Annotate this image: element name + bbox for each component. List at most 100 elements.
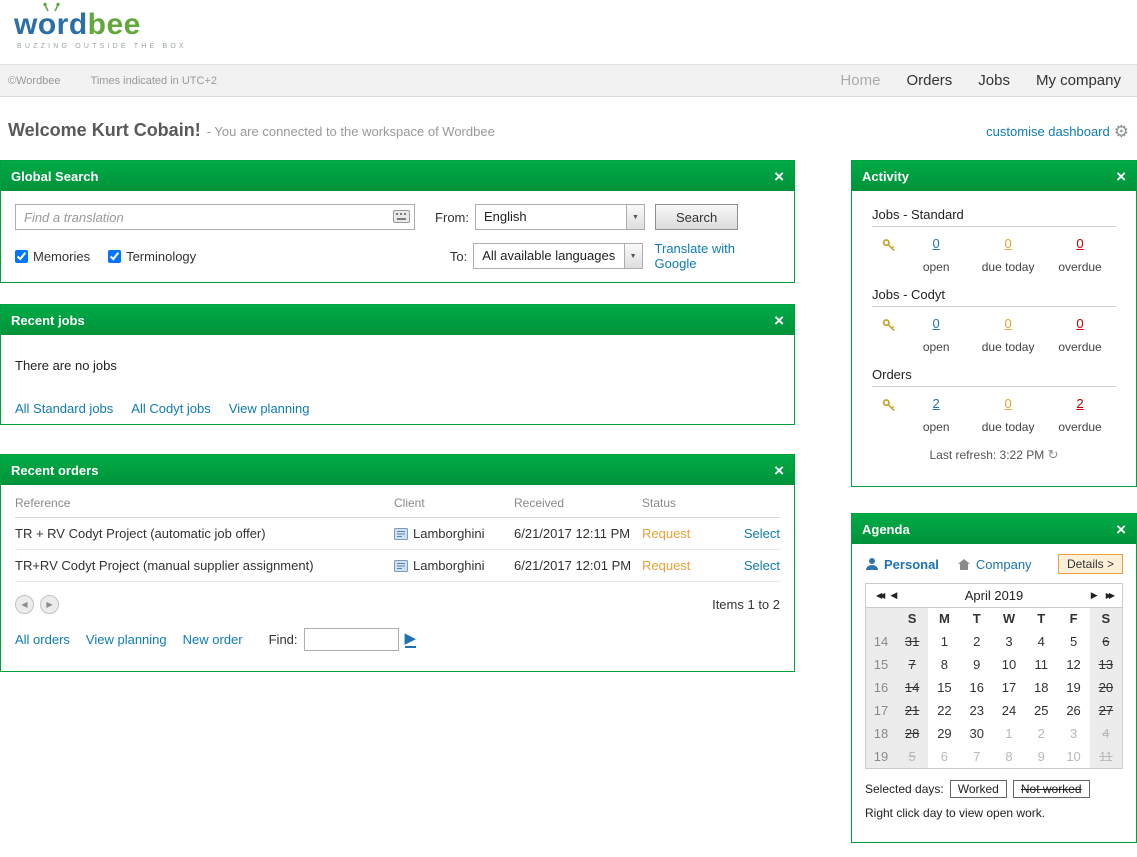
details-button[interactable]: Details > <box>1058 554 1123 574</box>
calendar-day[interactable]: 14 <box>896 676 928 699</box>
order-reference: TR+RV Codyt Project (manual supplier ass… <box>15 550 394 582</box>
view-planning-link[interactable]: View planning <box>86 632 167 647</box>
translation-search-input[interactable] <box>15 204 415 230</box>
tab-company[interactable]: Company <box>976 557 1032 572</box>
calendar-day[interactable]: 11 <box>1090 745 1122 768</box>
select-order-link[interactable]: Select <box>744 526 780 541</box>
calendar-day[interactable]: 5 <box>1057 630 1089 653</box>
all-standard-jobs-link[interactable]: All Standard jobs <box>15 401 113 416</box>
calendar-day[interactable]: 10 <box>993 653 1025 676</box>
calendar-day[interactable]: 25 <box>1025 699 1057 722</box>
to-language-select[interactable]: All available languages ▼ <box>473 243 642 269</box>
key-icon <box>882 318 896 333</box>
open-count[interactable]: 0 <box>933 236 940 251</box>
calendar-day[interactable]: 1 <box>993 722 1025 745</box>
calendar-day[interactable]: 30 <box>961 722 993 745</box>
not-worked-button[interactable]: Not worked <box>1013 780 1090 798</box>
calendar-day[interactable]: 7 <box>896 653 928 676</box>
memories-label: Memories <box>33 249 90 264</box>
search-button[interactable]: Search <box>655 204 738 230</box>
nav-orders[interactable]: Orders <box>906 72 952 89</box>
calendar-day[interactable]: 4 <box>1090 722 1122 745</box>
calendar-day[interactable]: 20 <box>1090 676 1122 699</box>
nav-my-company[interactable]: My company <box>1036 72 1121 89</box>
calendar-day[interactable]: 16 <box>961 676 993 699</box>
calendar-next-year-icon[interactable]: ▶▶ <box>1102 591 1116 600</box>
calendar-day[interactable]: 11 <box>1025 653 1057 676</box>
calendar-day[interactable]: 6 <box>1090 630 1122 653</box>
memories-checkbox[interactable] <box>15 250 28 263</box>
select-order-link[interactable]: Select <box>744 558 780 573</box>
chevron-down-icon[interactable]: ▼ <box>624 244 642 268</box>
calendar-day[interactable]: 3 <box>1057 722 1089 745</box>
calendar-day[interactable]: 3 <box>993 630 1025 653</box>
close-icon[interactable]: × <box>774 168 784 185</box>
calendar-day[interactable]: 2 <box>1025 722 1057 745</box>
calendar-day[interactable]: 4 <box>1025 630 1057 653</box>
close-icon[interactable]: × <box>1116 521 1126 538</box>
calendar-day[interactable]: 29 <box>928 722 960 745</box>
overdue-count[interactable]: 0 <box>1076 236 1083 251</box>
pager-prev-button[interactable]: ◀ <box>15 595 34 614</box>
calendar-day[interactable]: 17 <box>993 676 1025 699</box>
calendar-day[interactable]: 8 <box>928 653 960 676</box>
calendar-day[interactable]: 21 <box>896 699 928 722</box>
calendar-day[interactable]: 15 <box>928 676 960 699</box>
calendar-next-month-icon[interactable]: ▶ <box>1087 590 1102 601</box>
gear-icon[interactable]: ⚙ <box>1114 123 1129 140</box>
calendar-prev-year-icon[interactable]: ◀◀ <box>872 591 886 600</box>
nav-jobs[interactable]: Jobs <box>978 72 1010 89</box>
due-today-count[interactable]: 0 <box>1004 236 1011 251</box>
calendar-prev-month-icon[interactable]: ◀ <box>886 590 901 601</box>
find-order-input[interactable] <box>304 628 399 651</box>
close-icon[interactable]: × <box>774 312 784 329</box>
calendar-day[interactable]: 24 <box>993 699 1025 722</box>
calendar-day[interactable]: 23 <box>961 699 993 722</box>
calendar-day[interactable]: 27 <box>1090 699 1122 722</box>
calendar-day[interactable]: 6 <box>928 745 960 768</box>
calendar-day[interactable]: 7 <box>961 745 993 768</box>
calendar-day[interactable]: 9 <box>1025 745 1057 768</box>
nav-home[interactable]: Home <box>840 72 880 89</box>
refresh-icon[interactable]: ↻ <box>1048 447 1059 462</box>
calendar-day[interactable]: 26 <box>1057 699 1089 722</box>
keyboard-icon[interactable] <box>393 210 410 223</box>
calendar-day[interactable]: 8 <box>993 745 1025 768</box>
calendar-day[interactable]: 9 <box>961 653 993 676</box>
calendar-day[interactable]: 31 <box>896 630 928 653</box>
due-today-count[interactable]: 0 <box>1004 396 1011 411</box>
calendar-day[interactable]: 28 <box>896 722 928 745</box>
calendar-day[interactable]: 1 <box>928 630 960 653</box>
calendar-day[interactable]: 12 <box>1057 653 1089 676</box>
open-count[interactable]: 2 <box>933 396 940 411</box>
from-language-select[interactable]: English ▼ <box>475 204 645 230</box>
pager-next-button[interactable]: ▶ <box>40 595 59 614</box>
overdue-count[interactable]: 2 <box>1076 396 1083 411</box>
calendar-day[interactable]: 10 <box>1057 745 1089 768</box>
calendar-day[interactable]: 19 <box>1057 676 1089 699</box>
new-order-link[interactable]: New order <box>183 632 243 647</box>
worked-button[interactable]: Worked <box>950 780 1007 798</box>
due-today-count[interactable]: 0 <box>1004 316 1011 331</box>
close-icon[interactable]: × <box>1116 168 1126 185</box>
table-row: TR+RV Codyt Project (manual supplier ass… <box>15 550 780 582</box>
recent-orders-title: Recent orders <box>11 463 98 478</box>
calendar-day[interactable]: 22 <box>928 699 960 722</box>
customise-dashboard-link[interactable]: customise dashboard <box>986 124 1110 139</box>
terminology-checkbox[interactable] <box>108 250 121 263</box>
chevron-down-icon[interactable]: ▼ <box>626 205 644 229</box>
all-codyt-jobs-link[interactable]: All Codyt jobs <box>131 401 210 416</box>
calendar-day[interactable]: 5 <box>896 745 928 768</box>
calendar-day[interactable]: 2 <box>961 630 993 653</box>
view-planning-link[interactable]: View planning <box>229 401 310 416</box>
open-count[interactable]: 0 <box>933 316 940 331</box>
calendar-day[interactable]: 13 <box>1090 653 1122 676</box>
find-go-icon[interactable]: ▶ <box>405 631 417 648</box>
tab-personal[interactable]: Personal <box>884 557 939 572</box>
calendar-day[interactable]: 18 <box>1025 676 1057 699</box>
timezone-text: Times indicated in UTC+2 <box>91 75 217 87</box>
translate-with-google-link[interactable]: Translate with Google <box>655 241 780 271</box>
close-icon[interactable]: × <box>774 462 784 479</box>
overdue-count[interactable]: 0 <box>1076 316 1083 331</box>
all-orders-link[interactable]: All orders <box>15 632 70 647</box>
